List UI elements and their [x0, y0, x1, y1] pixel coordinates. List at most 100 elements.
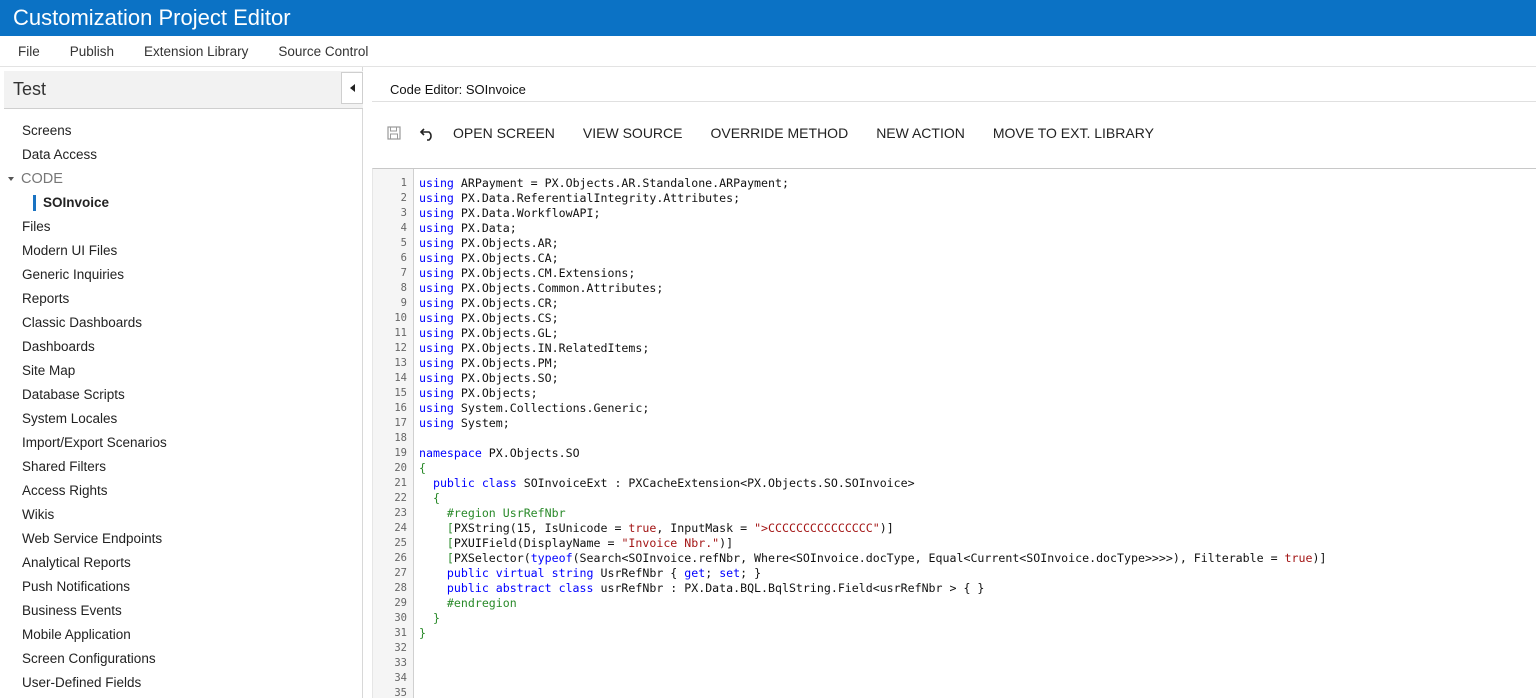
sidebar-item-business-events[interactable]: Business Events: [0, 599, 360, 623]
sidebar-item-push-notifications[interactable]: Push Notifications: [0, 575, 360, 599]
code-token: using: [419, 281, 454, 295]
sidebar-group-code[interactable]: CODE: [0, 167, 360, 191]
code-token: , InputMask =: [656, 521, 755, 535]
code-line: [PXSelector(typeof(Search<SOInvoice.refN…: [419, 551, 1529, 566]
code-token: true: [1284, 551, 1313, 565]
code-line: using PX.Objects.GL;: [419, 326, 1529, 341]
code-token: }: [419, 626, 426, 640]
code-line: {: [419, 461, 1529, 476]
sidebar-group-label: CODE: [21, 171, 63, 187]
code-token: PX.Data;: [453, 221, 517, 235]
code-token: true: [628, 521, 657, 535]
sidebar-item-access-rights[interactable]: Access Rights: [0, 479, 360, 503]
line-number: 30: [394, 612, 407, 624]
menu-item-publish[interactable]: Publish: [55, 44, 129, 59]
sidebar-item-site-map[interactable]: Site Map: [0, 359, 360, 383]
line-number: 5: [400, 237, 407, 249]
code-token: using: [419, 401, 454, 415]
menu-item-source-control[interactable]: Source Control: [263, 44, 383, 59]
open-screen-button[interactable]: OPEN SCREEN: [453, 125, 569, 141]
code-line: using PX.Objects.CR;: [419, 296, 1529, 311]
code-token: System.Collections.Generic;: [453, 401, 650, 415]
sidebar-item-screens[interactable]: Screens: [0, 119, 360, 143]
code-line: #region UsrRefNbr: [419, 506, 1529, 521]
code-token: using: [419, 266, 454, 280]
menu-item-extension-library[interactable]: Extension Library: [129, 44, 263, 59]
sidebar-item-wikis[interactable]: Wikis: [0, 503, 360, 527]
line-number: 17: [394, 417, 407, 429]
code-token: typeof: [530, 551, 573, 565]
sidebar-item-import-export-scenarios[interactable]: Import/Export Scenarios: [0, 431, 360, 455]
sidebar-item-user-defined-fields[interactable]: User-Defined Fields: [0, 671, 360, 695]
project-name: Test: [4, 71, 363, 109]
selection-indicator: [33, 195, 36, 211]
code-content[interactable]: using ARPayment = PX.Objects.AR.Standalo…: [419, 169, 1529, 698]
code-token: using: [419, 311, 454, 325]
code-token: using: [419, 236, 454, 250]
view-source-button[interactable]: VIEW SOURCE: [569, 125, 697, 141]
sidebar-item-files[interactable]: Files: [0, 215, 360, 239]
sidebar-item-analytical-reports[interactable]: Analytical Reports: [0, 551, 360, 575]
sidebar-item-label: SOInvoice: [43, 195, 110, 210]
sidebar-item-generic-inquiries[interactable]: Generic Inquiries: [0, 263, 360, 287]
code-line: using PX.Objects.CM.Extensions;: [419, 266, 1529, 281]
caret-down-icon: [8, 177, 14, 181]
line-number: 28: [394, 582, 407, 594]
code-token: System;: [453, 416, 510, 430]
line-number: 2: [400, 192, 407, 204]
code-token: PX.Objects.AR;: [453, 236, 559, 250]
sidebar-item-dashboards[interactable]: Dashboards: [0, 335, 360, 359]
sidebar-item-data-access[interactable]: Data Access: [0, 143, 360, 167]
code-line: using System.Collections.Generic;: [419, 401, 1529, 416]
line-number: 18: [394, 432, 407, 444]
line-number: 12: [394, 342, 407, 354]
code-line: using PX.Objects.CA;: [419, 251, 1529, 266]
line-number-gutter: 1 2 3 4 5 6 7 8 9 10 11 12 13 14 15 16 17 18 19 20 21 22 23 24 2…: [373, 169, 414, 698]
sidebar-item-system-locales[interactable]: System Locales: [0, 407, 360, 431]
collapse-sidebar-button[interactable]: [341, 72, 363, 104]
sidebar-item-shared-filters[interactable]: Shared Filters: [0, 455, 360, 479]
code-token: #region UsrRefNbr: [419, 506, 566, 520]
code-token: #endregion: [419, 596, 517, 610]
line-number: 19: [394, 447, 407, 459]
new-action-button[interactable]: NEW ACTION: [862, 125, 979, 141]
line-number: 3: [400, 207, 407, 219]
sidebar-item-reports[interactable]: Reports: [0, 287, 360, 311]
override-method-button[interactable]: OVERRIDE METHOD: [697, 125, 863, 141]
line-number: 27: [394, 567, 407, 579]
move-to-ext-library-button[interactable]: MOVE TO EXT. LIBRARY: [979, 125, 1168, 141]
menu-item-file[interactable]: File: [3, 44, 55, 59]
sidebar-item-modern-ui-files[interactable]: Modern UI Files: [0, 239, 360, 263]
code-line: using ARPayment = PX.Objects.AR.Standalo…: [419, 176, 1529, 191]
sidebar-item-soinvoice[interactable]: SOInvoice: [0, 191, 360, 215]
code-token: using: [419, 176, 454, 190]
code-token: PX.Objects.SO: [481, 446, 580, 460]
code-line: using PX.Objects.Common.Attributes;: [419, 281, 1529, 296]
sidebar-item-classic-dashboards[interactable]: Classic Dashboards: [0, 311, 360, 335]
sidebar-item-mobile-application[interactable]: Mobile Application: [0, 623, 360, 647]
code-token: PX.Objects.GL;: [453, 326, 559, 340]
line-number: 11: [394, 327, 407, 339]
code-token: set: [719, 566, 741, 580]
code-token: {: [419, 461, 426, 475]
code-token: public virtual string: [446, 566, 594, 580]
code-token: PX.Data.ReferentialIntegrity.Attributes;: [453, 191, 741, 205]
sidebar-item-screen-configurations[interactable]: Screen Configurations: [0, 647, 360, 671]
editor-toolbar: OPEN SCREEN VIEW SOURCE OVERRIDE METHOD NEW…: [372, 119, 1536, 147]
sidebar-item-database-scripts[interactable]: Database Scripts: [0, 383, 360, 407]
app-title: Customization Project Editor: [0, 0, 1536, 36]
save-icon[interactable]: [383, 122, 405, 144]
code-editor[interactable]: 1 2 3 4 5 6 7 8 9 10 11 12 13 14 15 16 17 18 19 20 21 22 23 24 2…: [372, 168, 1536, 698]
line-number: 6: [400, 252, 407, 264]
code-token: PXUIField(DisplayName =: [453, 536, 622, 550]
line-number: 35: [394, 687, 407, 698]
code-token: SOInvoiceExt : PXCacheExtension<PX.Objec…: [516, 476, 915, 490]
undo-icon[interactable]: [417, 122, 439, 144]
sidebar-item-web-service-endpoints[interactable]: Web Service Endpoints: [0, 527, 360, 551]
line-number: 34: [394, 672, 407, 684]
